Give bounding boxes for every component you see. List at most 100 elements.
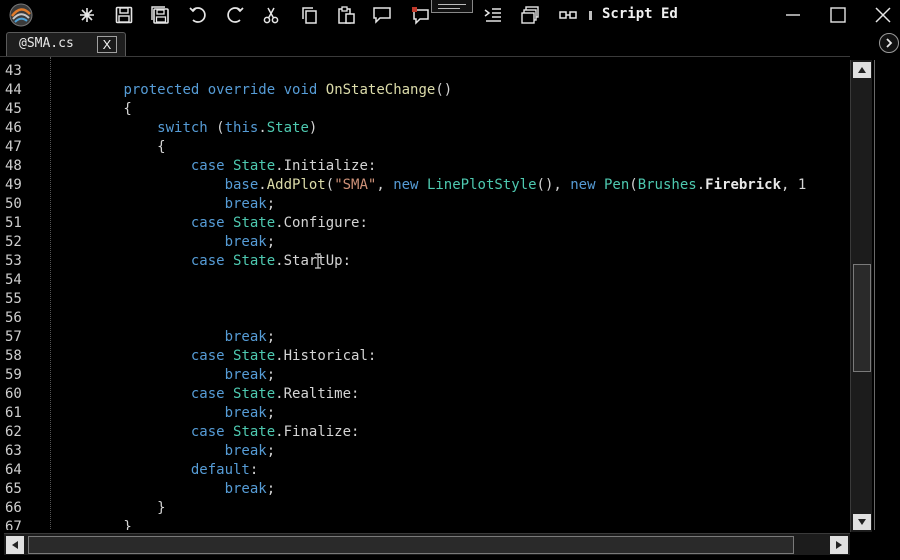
code-text: case State.Finalize: — [190, 424, 360, 440]
code-text: protected override void OnStateChange() — [123, 82, 453, 98]
line-number: 56 — [5, 310, 22, 326]
snippets-icon[interactable] — [555, 3, 581, 27]
scroll-up-button[interactable] — [853, 62, 871, 78]
line-number: 59 — [5, 367, 22, 383]
line-number: 51 — [5, 215, 22, 231]
code-line[interactable]: 48 case State.Initialize: — [0, 157, 850, 176]
templates-icon[interactable] — [517, 3, 543, 27]
uncomment-icon[interactable] — [407, 3, 433, 27]
code-line[interactable]: 55 — [0, 290, 850, 309]
line-number: 57 — [5, 329, 22, 345]
code-editor[interactable]: 43 44 protected override void OnStateChan… — [0, 56, 850, 530]
close-icon[interactable] — [863, 2, 900, 28]
code-text: break; — [224, 196, 276, 212]
code-line[interactable]: 66 } — [0, 499, 850, 518]
code-line[interactable]: 53 case State.StartUp: — [0, 252, 850, 271]
line-number: 58 — [5, 348, 22, 364]
code-line[interactable]: 47 { — [0, 138, 850, 157]
code-line[interactable]: 54 — [0, 271, 850, 290]
save-all-icon[interactable] — [147, 3, 173, 27]
code-line[interactable]: 44 protected override void OnStateChange… — [0, 81, 850, 100]
maximize-icon[interactable] — [818, 2, 858, 28]
code-line[interactable]: 46 switch (this.State) — [0, 119, 850, 138]
scrollbar-corner — [878, 536, 900, 560]
undo-icon[interactable] — [185, 3, 211, 27]
code-line[interactable]: 67 } — [0, 518, 850, 530]
code-text: } — [56, 519, 132, 530]
code-text: base.AddPlot("SMA", new LinePlotStyle(),… — [224, 177, 807, 193]
code-line[interactable]: 63 break; — [0, 442, 850, 461]
tab-sma-cs[interactable]: @SMA.cs X — [6, 32, 126, 56]
line-number: 66 — [5, 500, 22, 516]
line-number: 44 — [5, 82, 22, 98]
line-number: 50 — [5, 196, 22, 212]
app-logo-icon[interactable] — [6, 2, 36, 28]
code-text: case State.Historical: — [190, 348, 377, 364]
copy-icon[interactable] — [296, 3, 322, 27]
vertical-scrollbar[interactable] — [850, 60, 872, 532]
code-line[interactable]: 50 break; — [0, 195, 850, 214]
code-text: case State.Configure: — [190, 215, 368, 231]
text-cursor-icon — [313, 253, 323, 269]
horizontal-scrollbar[interactable] — [4, 533, 850, 555]
code-text: break; — [224, 329, 276, 345]
code-text: { — [56, 139, 166, 155]
line-number: 52 — [5, 234, 22, 250]
code-line[interactable]: 49 base.AddPlot("SMA", new LinePlotStyle… — [0, 176, 850, 195]
paste-icon[interactable] — [333, 3, 359, 27]
code-line[interactable]: 51 case State.Configure: — [0, 214, 850, 233]
code-line[interactable]: 59 break; — [0, 366, 850, 385]
scroll-right-button[interactable] — [830, 536, 848, 554]
panel-edge — [874, 60, 875, 530]
line-number: 48 — [5, 158, 22, 174]
sparkle-icon[interactable] — [74, 3, 100, 27]
code-line[interactable]: 56 — [0, 309, 850, 328]
code-line[interactable]: 60 case State.Realtime: — [0, 385, 850, 404]
code-line[interactable]: 52 break; — [0, 233, 850, 252]
tab-overflow-button[interactable] — [879, 33, 899, 53]
tooltip-fragment — [431, 0, 473, 13]
arrow-right-icon — [836, 541, 842, 549]
code-text: case State.Realtime: — [190, 386, 360, 402]
line-number: 64 — [5, 462, 22, 478]
code-text: break; — [224, 234, 276, 250]
code-text: case State.Initialize: — [190, 158, 377, 174]
line-number: 53 — [5, 253, 22, 269]
redo-icon[interactable] — [222, 3, 248, 27]
scroll-down-button[interactable] — [853, 514, 871, 530]
code-line[interactable]: 64 default: — [0, 461, 850, 480]
minimize-icon[interactable] — [773, 2, 813, 28]
title-bar: Script Ed — [0, 0, 900, 30]
code-line[interactable]: 57 break; — [0, 328, 850, 347]
code-line[interactable]: 58 case State.Historical: — [0, 347, 850, 366]
code-line[interactable]: 62 case State.Finalize: — [0, 423, 850, 442]
code-text: { — [56, 101, 132, 117]
code-text: break; — [224, 481, 276, 497]
tab-label: @SMA.cs — [19, 36, 74, 51]
code-text: } — [56, 500, 166, 516]
save-icon[interactable] — [111, 3, 137, 27]
code-line[interactable]: 61 break; — [0, 404, 850, 423]
vertical-scroll-thumb[interactable] — [853, 264, 871, 372]
line-number: 65 — [5, 481, 22, 497]
cut-icon[interactable] — [258, 3, 284, 27]
line-number: 49 — [5, 177, 22, 193]
code-line[interactable]: 43 — [0, 62, 850, 81]
line-number: 63 — [5, 443, 22, 459]
line-number: 45 — [5, 101, 22, 117]
line-number: 60 — [5, 386, 22, 402]
code-line[interactable]: 45 { — [0, 100, 850, 119]
code-text: switch (this.State) — [157, 120, 318, 136]
arrow-up-icon — [858, 67, 866, 73]
title-separator — [589, 11, 592, 20]
tab-close-button[interactable]: X — [97, 36, 117, 53]
arrow-down-icon — [858, 519, 866, 525]
line-number: 46 — [5, 120, 22, 136]
horizontal-scroll-thumb[interactable] — [28, 536, 794, 554]
chevron-right-icon — [886, 38, 893, 48]
scroll-left-button[interactable] — [6, 536, 24, 554]
line-number: 67 — [5, 519, 22, 530]
code-line[interactable]: 65 break; — [0, 480, 850, 499]
indent-icon[interactable] — [480, 3, 506, 27]
comment-icon[interactable] — [369, 3, 395, 27]
